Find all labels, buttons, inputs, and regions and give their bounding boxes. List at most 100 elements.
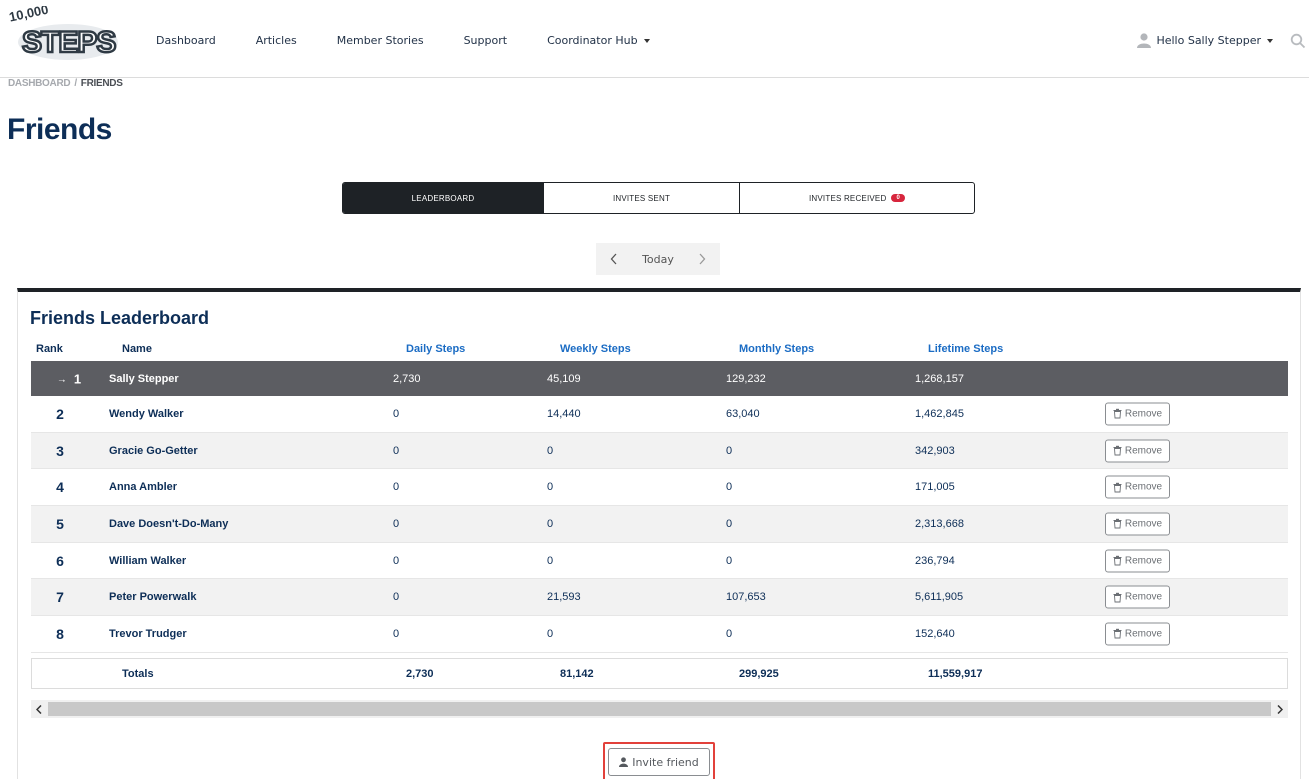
rank-cell: 4 xyxy=(56,479,64,496)
daily-steps-cell: 2,730 xyxy=(393,372,421,385)
monthly-steps-cell: 107,653 xyxy=(726,591,766,604)
remove-label: Remove xyxy=(1124,518,1163,530)
table-row-current-user: → 1 Sally Stepper 2,730 45,109 129,232 1,… xyxy=(31,361,1288,396)
rank-cell: 7 xyxy=(56,589,64,606)
trash-icon xyxy=(1113,519,1122,529)
header-weekly-steps[interactable]: Weekly Steps xyxy=(560,343,631,355)
table-header: Rank Name Daily Steps Weekly Steps Month… xyxy=(18,343,1302,359)
weekly-steps-cell: 0 xyxy=(547,554,554,567)
nav-dashboard[interactable]: Dashboard xyxy=(156,34,216,47)
rank-value: 1 xyxy=(73,371,82,386)
trash-icon xyxy=(1113,629,1122,639)
remove-friend-button[interactable]: Remove xyxy=(1105,549,1170,573)
remove-label: Remove xyxy=(1124,628,1163,640)
leaderboard-card: Friends Leaderboard Rank Name Daily Step… xyxy=(17,288,1301,779)
rank-cell: 2 xyxy=(56,405,64,422)
name-cell: Dave Doesn't-Do-Many xyxy=(109,517,229,530)
totals-monthly: 299,925 xyxy=(739,667,779,680)
user-menu[interactable]: Hello Sally Stepper xyxy=(1137,33,1273,48)
trash-icon xyxy=(1113,482,1122,493)
daily-steps-cell: 0 xyxy=(393,627,400,640)
remove-label: Remove xyxy=(1124,408,1163,420)
breadcrumb: DASHBOARD / FRIENDS xyxy=(8,78,123,89)
remove-friend-button[interactable]: Remove xyxy=(1105,475,1170,499)
site-logo[interactable]: 10,000 STEPS xyxy=(8,2,120,64)
totals-daily: 2,730 xyxy=(406,667,434,680)
breadcrumb-dashboard[interactable]: DASHBOARD xyxy=(8,78,71,89)
table-row: 7 Peter Powerwalk 0 21,593 107,653 5,611… xyxy=(31,579,1288,617)
tab-invites-received-label: INVITES RECEIVED xyxy=(809,193,887,203)
breadcrumb-separator: / xyxy=(74,78,77,89)
lifetime-steps-cell: 171,005 xyxy=(915,481,955,494)
remove-label: Remove xyxy=(1124,445,1163,457)
header-daily-steps[interactable]: Daily Steps xyxy=(406,343,465,355)
tab-invites-sent-label: INVITES SENT xyxy=(612,193,671,203)
monthly-steps-cell: 0 xyxy=(726,481,733,494)
chevron-left-icon xyxy=(36,704,42,714)
table-row: 4 Anna Ambler 0 0 0 171,005 Remove xyxy=(31,469,1288,507)
remove-friend-button[interactable]: Remove xyxy=(1105,402,1170,426)
monthly-steps-cell: 0 xyxy=(726,554,733,567)
weekly-steps-cell: 14,440 xyxy=(547,407,581,420)
lifetime-steps-cell: 5,611,905 xyxy=(915,591,964,604)
header-lifetime-steps[interactable]: Lifetime Steps xyxy=(928,343,1003,355)
remove-friend-button[interactable]: Remove xyxy=(1105,622,1170,646)
invite-friend-button[interactable]: Invite friend xyxy=(608,748,710,776)
name-cell: Sally Stepper xyxy=(109,372,179,385)
remove-label: Remove xyxy=(1124,555,1163,567)
trash-icon xyxy=(1113,555,1122,566)
header-name: Name xyxy=(122,343,152,355)
tab-invites-received[interactable]: INVITES RECEIVED 0 xyxy=(740,183,974,213)
rank-cell: 8 xyxy=(56,625,64,642)
next-day-button[interactable] xyxy=(694,251,710,267)
nav-coordinator-hub[interactable]: Coordinator Hub xyxy=(547,34,650,47)
monthly-steps-cell: 0 xyxy=(726,627,733,640)
horizontal-scrollbar[interactable] xyxy=(31,700,1288,718)
nav-member-stories[interactable]: Member Stories xyxy=(337,34,424,47)
friends-tabs: LEADERBOARD INVITES SENT INVITES RECEIVE… xyxy=(342,182,975,214)
tab-invites-sent[interactable]: INVITES SENT xyxy=(544,183,740,213)
top-navbar: 10,000 STEPS Dashboard Articles Member S… xyxy=(0,0,1309,78)
daily-steps-cell: 0 xyxy=(393,444,400,457)
breadcrumb-current: FRIENDS xyxy=(80,78,123,89)
tab-leaderboard[interactable]: LEADERBOARD xyxy=(343,183,544,213)
totals-label: Totals xyxy=(122,667,154,680)
nav-coordinator-hub-label: Coordinator Hub xyxy=(547,34,638,47)
nav-articles[interactable]: Articles xyxy=(256,34,297,47)
svg-text:STEPS: STEPS xyxy=(22,26,115,59)
lifetime-steps-cell: 2,313,668 xyxy=(915,517,964,530)
name-cell: Trevor Trudger xyxy=(109,627,187,640)
scroll-left-button[interactable] xyxy=(31,700,47,718)
previous-day-button[interactable] xyxy=(606,251,622,267)
trash-icon xyxy=(1113,409,1122,419)
trash-icon xyxy=(1113,445,1122,456)
daily-steps-cell: 0 xyxy=(393,407,400,420)
chevron-right-icon xyxy=(699,253,706,265)
scrollbar-thumb[interactable] xyxy=(48,702,1271,716)
name-cell: Wendy Walker xyxy=(109,407,184,420)
weekly-steps-cell: 0 xyxy=(547,444,554,457)
name-cell: Anna Ambler xyxy=(109,481,178,494)
totals-row: Totals 2,730 81,142 299,925 11,559,917 xyxy=(31,658,1288,689)
weekly-steps-cell: 0 xyxy=(547,481,554,494)
chevron-down-icon xyxy=(643,39,650,43)
rank-cell: → 1 xyxy=(39,371,99,386)
header-monthly-steps[interactable]: Monthly Steps xyxy=(739,343,814,355)
invite-friend-label: Invite friend xyxy=(632,755,699,769)
remove-friend-button[interactable]: Remove xyxy=(1105,585,1170,609)
search-icon[interactable] xyxy=(1290,33,1306,49)
remove-label: Remove xyxy=(1124,481,1163,493)
page-title: Friends xyxy=(7,113,112,146)
arrow-right-icon: → xyxy=(56,374,67,385)
name-cell: Peter Powerwalk xyxy=(109,591,197,604)
tab-leaderboard-label: LEADERBOARD xyxy=(411,193,475,203)
lifetime-steps-cell: 236,794 xyxy=(915,554,955,567)
monthly-steps-cell: 0 xyxy=(726,444,733,457)
user-greeting: Hello Sally Stepper xyxy=(1156,34,1261,47)
remove-friend-button[interactable]: Remove xyxy=(1105,439,1170,463)
nav-support[interactable]: Support xyxy=(464,34,507,47)
scroll-right-button[interactable] xyxy=(1272,700,1288,718)
daily-steps-cell: 0 xyxy=(393,481,400,494)
remove-friend-button[interactable]: Remove xyxy=(1105,512,1170,536)
table-row: 2 Wendy Walker 0 14,440 63,040 1,462,845… xyxy=(31,396,1288,433)
